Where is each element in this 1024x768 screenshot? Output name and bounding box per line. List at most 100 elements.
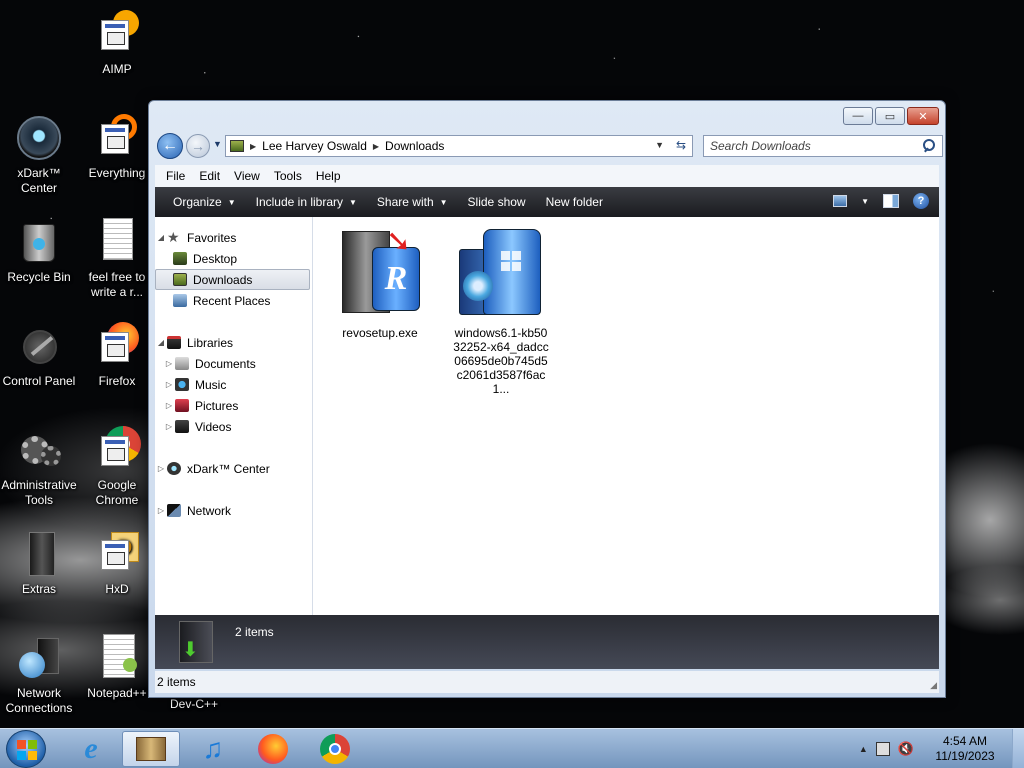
menu-tools[interactable]: Tools: [267, 169, 309, 183]
volume-muted-icon[interactable]: 🔇: [898, 741, 914, 757]
change-view-icon[interactable]: [833, 195, 848, 207]
nav-libraries[interactable]: ◢ Libraries: [155, 332, 312, 353]
menu-help[interactable]: Help: [309, 169, 348, 183]
file-item[interactable]: R ➘ revosetup.exe: [330, 227, 430, 340]
music-note-icon: ♫: [202, 733, 224, 764]
command-bar: Organize ▼ Include in library ▼ Share wi…: [155, 187, 939, 217]
nav-desktop[interactable]: Desktop: [155, 248, 312, 269]
status-item-count: 2 items: [157, 675, 196, 689]
collapsed-arrow-icon[interactable]: ▷: [163, 422, 175, 431]
taskbar-media-player[interactable]: ♫: [184, 731, 242, 767]
search-input[interactable]: Search Downloads: [710, 139, 811, 153]
menu-file[interactable]: File: [159, 169, 192, 183]
desktop-icon-hxd[interactable]: D HxD: [78, 530, 156, 597]
desktop-icon-network-connections[interactable]: Network Connections: [0, 634, 78, 716]
desktop-icon-label: Administrative Tools: [1, 478, 77, 507]
collapsed-arrow-icon[interactable]: ▷: [163, 401, 175, 410]
show-hidden-icons-icon[interactable]: ▲: [859, 744, 868, 754]
nav-favorites[interactable]: ◢ ★ Favorites: [155, 227, 312, 248]
forward-button[interactable]: →: [186, 134, 210, 158]
recent-pages-dropdown[interactable]: ▼: [213, 139, 222, 149]
nav-videos[interactable]: ▷ Videos: [155, 416, 312, 437]
view-dropdown-icon[interactable]: ▼: [861, 197, 869, 206]
nav-recent-places[interactable]: Recent Places: [155, 290, 312, 311]
aimp-icon: [93, 10, 141, 58]
xdark-icon: [15, 114, 63, 162]
organize-button[interactable]: Organize ▼: [163, 195, 246, 209]
desktop-icon-text-file[interactable]: feel free to write a r...: [78, 218, 156, 300]
desktop-icon-label: Dev-C++: [169, 697, 219, 711]
help-icon[interactable]: ?: [913, 193, 929, 209]
internet-explorer-icon: e: [84, 732, 98, 765]
clock[interactable]: 4:54 AM 11/19/2023: [918, 734, 1012, 764]
xdark-icon: [167, 462, 181, 475]
desktop-icon-extras[interactable]: Extras: [0, 530, 78, 597]
desktop-icon-administrative-tools[interactable]: Administrative Tools: [0, 426, 78, 508]
show-desktop-button[interactable]: [1012, 729, 1024, 768]
taskbar-windows-explorer[interactable]: [122, 731, 180, 767]
desktop-icon-recycle-bin[interactable]: Recycle Bin: [0, 218, 78, 285]
status-bar: 2 items ◢: [155, 671, 939, 693]
desktop-icon-aimp[interactable]: AIMP: [78, 10, 156, 77]
search-icon[interactable]: [923, 139, 936, 152]
slide-show-button[interactable]: Slide show: [458, 195, 536, 209]
search-box[interactable]: Search Downloads: [703, 135, 943, 157]
desktop-icon-everything[interactable]: Everything: [78, 114, 156, 181]
slideshow-label: Slide show: [467, 195, 526, 209]
desktop-icon-dev-cpp[interactable]: Dev-C++: [156, 697, 232, 712]
resize-grip-icon[interactable]: ◢: [930, 680, 937, 691]
taskbar-chrome[interactable]: [306, 731, 364, 767]
windows-update-package-icon: [453, 227, 549, 323]
desktop-icon-label: Recycle Bin: [7, 270, 71, 284]
address-dropdown-icon[interactable]: ▼: [655, 140, 664, 150]
navigation-pane: ◢ ★ Favorites Desktop Downloads Recent P…: [155, 217, 313, 615]
address-bar[interactable]: ▶ Lee Harvey Oswald ▶ Downloads ▼ ⇆: [225, 135, 693, 157]
nav-pictures[interactable]: ▷ Pictures: [155, 395, 312, 416]
collapsed-arrow-icon[interactable]: ▷: [163, 359, 175, 368]
system-tray: ▲ 🔇 4:54 AM 11/19/2023: [859, 729, 1024, 768]
taskbar-firefox[interactable]: [244, 731, 302, 767]
network-globe-icon: [15, 634, 63, 682]
notepad-plus-plus-icon: [93, 634, 141, 682]
breadcrumb-separator-icon[interactable]: ▶: [373, 142, 379, 151]
desktop-icon-google-chrome[interactable]: Google Chrome: [78, 426, 156, 508]
breadcrumb-user[interactable]: Lee Harvey Oswald: [262, 139, 367, 153]
collapsed-arrow-icon[interactable]: ▷: [155, 506, 167, 515]
minimize-button[interactable]: —: [843, 107, 873, 125]
expanded-arrow-icon[interactable]: ◢: [155, 338, 167, 347]
close-button[interactable]: ✕: [907, 107, 939, 125]
breadcrumb-downloads[interactable]: Downloads: [385, 139, 444, 153]
nav-network[interactable]: ▷ Network: [155, 500, 312, 521]
desktop-icon-firefox[interactable]: Firefox: [78, 322, 156, 389]
firefox-icon: [258, 734, 288, 764]
chevron-down-icon: ▼: [439, 197, 448, 207]
new-folder-button[interactable]: New folder: [536, 195, 613, 209]
nav-documents[interactable]: ▷ Documents: [155, 353, 312, 374]
include-in-library-button[interactable]: Include in library ▼: [246, 195, 367, 209]
refresh-icon[interactable]: ⇆: [676, 138, 686, 152]
desktop-icon-label: Extras: [21, 582, 56, 596]
nav-xdark-center[interactable]: ▷ xDark™ Center: [155, 458, 312, 479]
breadcrumb-separator-icon[interactable]: ▶: [250, 142, 256, 151]
desktop-icon-notepad-plus-plus[interactable]: Notepad++: [78, 634, 156, 701]
back-button[interactable]: ←: [157, 133, 183, 159]
taskbar-internet-explorer[interactable]: e: [62, 731, 120, 767]
menu-edit[interactable]: Edit: [192, 169, 227, 183]
desktop-icon-label: xDark™ Center: [17, 166, 61, 195]
desktop-icon-label: Google Chrome: [95, 478, 139, 507]
maximize-button[interactable]: ▭: [875, 107, 905, 125]
share-with-button[interactable]: Share with ▼: [367, 195, 458, 209]
nav-downloads[interactable]: Downloads: [155, 269, 310, 290]
minimize-icon: —: [852, 110, 864, 122]
file-item[interactable]: windows6.1-kb5032252-x64_dadcc06695de0b7…: [451, 227, 551, 396]
nav-music[interactable]: ▷ Music: [155, 374, 312, 395]
menu-view[interactable]: View: [227, 169, 267, 183]
start-button[interactable]: [6, 730, 46, 768]
collapsed-arrow-icon[interactable]: ▷: [163, 380, 175, 389]
expanded-arrow-icon[interactable]: ◢: [155, 233, 167, 242]
collapsed-arrow-icon[interactable]: ▷: [155, 464, 167, 473]
desktop-icon-control-panel[interactable]: Control Panel: [0, 322, 78, 389]
network-status-icon[interactable]: [875, 742, 890, 756]
desktop-icon-xdark-center[interactable]: xDark™ Center: [0, 114, 78, 196]
preview-pane-icon[interactable]: [883, 194, 899, 208]
